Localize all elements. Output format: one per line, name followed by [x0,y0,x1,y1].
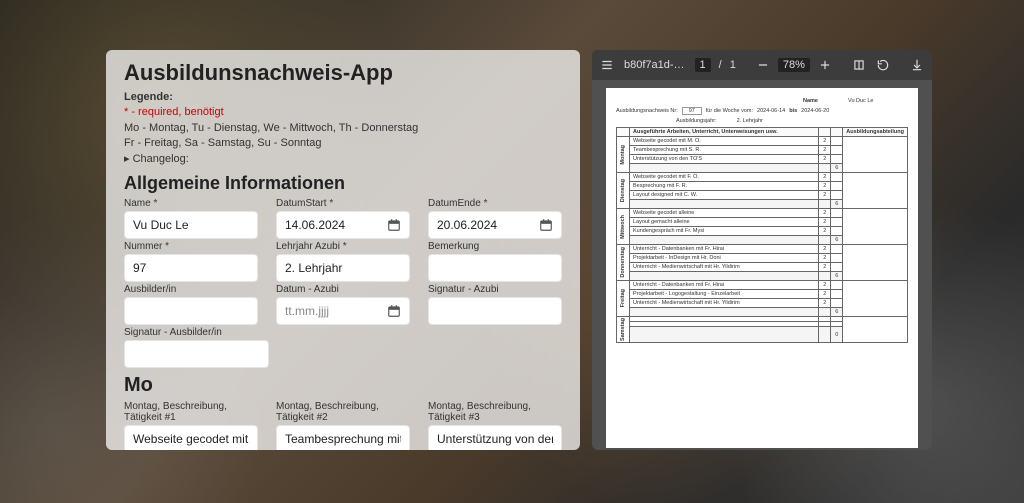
zoom-level[interactable]: 78% [778,58,810,72]
datum-azubi-label: Datum - Azubi [276,284,410,295]
legend-label: Legende: [124,91,173,103]
name-input[interactable] [124,211,258,239]
table-row: FreitagUnterricht - Datenbanken mit Fr. … [617,281,908,290]
zoom-out-icon[interactable] [756,58,770,72]
pdf-filename: b80f7a1d-… [624,59,685,71]
pdf-col-activities: Ausgeführte Arbeiten, Unterricht, Unterw… [630,128,819,137]
pdf-name-label: Name [803,98,818,104]
calendar-icon [539,218,553,232]
section-mo-heading: Mo [124,374,562,397]
pdf-page: Name Vu Duc Le Ausbildungsnachweis Nr: 9… [606,88,918,448]
rotate-icon[interactable] [876,58,890,72]
pdf-toolbar: b80f7a1d-… 1 / 1 78% [592,50,932,80]
form-panel: Ausbildunsnachweis-App Legende: * - requ… [106,50,580,450]
legend: Legende: * - required, benötigt Mo - Mon… [124,90,562,167]
mo-t1-input[interactable] [124,425,258,450]
mo-t1-label: Montag, Beschreibung, Tätigkeit #1 [124,401,258,423]
download-icon[interactable] [910,58,924,72]
datestart-label: DatumStart * [276,198,410,209]
pdf-week-to: 2024-06-20 [801,108,829,114]
pdf-nr-value: 97 [682,107,702,115]
datum-azubi-input[interactable]: tt.mm.jjjj [276,297,410,325]
pdf-nr-label: Ausbildungsnachweis Nr: [616,108,678,114]
legend-days-2: Fr - Freitag, Sa - Samstag, Su - Sonntag [124,137,321,149]
legend-required: * - required, benötigt [124,106,224,118]
signatur-ausbilder-label: Signatur - Ausbilder/in [124,327,269,338]
signatur-azubi-label: Signatur - Azubi [428,284,562,295]
ausbilder-input[interactable] [124,297,258,325]
pdf-table: Ausgeführte Arbeiten, Unterricht, Unterw… [616,127,908,343]
dateend-label: DatumEnde * [428,198,562,209]
pdf-year-value: 2. Lehrjahr [737,118,797,124]
page-current[interactable]: 1 [695,58,711,72]
pdf-week-from: 2024-06-14 [757,108,785,114]
pdf-body[interactable]: Name Vu Duc Le Ausbildungsnachweis Nr: 9… [592,80,932,450]
page-total: 1 [730,59,736,71]
datum-azubi-value: tt.mm.jjjj [285,304,329,318]
bemerkung-input[interactable] [428,254,562,282]
lehrjahr-label: Lehrjahr Azubi * [276,241,410,252]
pdf-week-label: für die Woche vom: [706,108,753,114]
pdf-viewer: b80f7a1d-… 1 / 1 78% Name Vu Duc Le [592,50,932,450]
dateend-input[interactable]: 20.06.2024 [428,211,562,239]
datestart-value: 14.06.2024 [285,218,345,232]
section-general-heading: Allgemeine Informationen [124,173,562,194]
legend-days-1: Mo - Montag, Tu - Dienstag, We - Mittwoc… [124,122,418,134]
pdf-week-to-label: bis [789,108,797,114]
table-row: MontagWebseite gecodet mit M. O.2 [617,137,908,146]
table-row: MittwochWebseite gecodet alleine2 [617,209,908,218]
mo-t2-label: Montag, Beschreibung, Tätigkeit #2 [276,401,410,423]
pdf-year-label: Ausbildungsjahr: [676,118,717,124]
table-row: DonnerstagUnterricht - Datenbanken mit F… [617,245,908,254]
signatur-azubi-input[interactable] [428,297,562,325]
lehrjahr-input[interactable] [276,254,410,282]
dateend-value: 20.06.2024 [437,218,497,232]
menu-icon[interactable] [600,58,614,72]
mo-t3-label: Montag, Beschreibung, Tätigkeit #3 [428,401,562,423]
page-sep: / [719,59,722,71]
datestart-input[interactable]: 14.06.2024 [276,211,410,239]
pdf-name-value: Vu Duc Le [848,98,908,104]
app-title: Ausbildunsnachweis-App [124,60,562,86]
ausbilder-label: Ausbilder/in [124,284,258,295]
bemerkung-label: Bemerkung [428,241,562,252]
number-input[interactable] [124,254,258,282]
name-label: Name * [124,198,258,209]
mo-t3-input[interactable] [428,425,562,450]
calendar-icon [387,218,401,232]
zoom-in-icon[interactable] [818,58,832,72]
pdf-col-dept: Ausbildungsabteilung [843,128,908,137]
table-row: DienstagWebseite gecodet mit F. O.2 [617,173,908,182]
signatur-ausbilder-input[interactable] [124,340,269,368]
number-label: Nummer * [124,241,258,252]
calendar-icon [387,304,401,318]
fit-page-icon[interactable] [852,58,866,72]
changelog-toggle[interactable]: ▸ Changelog: [124,153,189,165]
mo-t2-input[interactable] [276,425,410,450]
